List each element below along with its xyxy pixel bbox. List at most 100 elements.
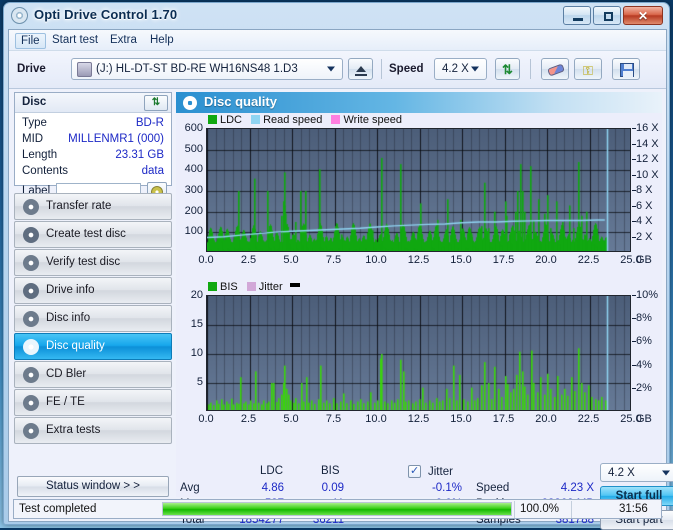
y2-tick-mark bbox=[632, 205, 636, 207]
chevron-down-icon bbox=[471, 66, 479, 72]
chart-bis-plot[interactable] bbox=[206, 295, 631, 411]
disc-type-label: Type bbox=[22, 117, 47, 129]
disc-mid-value: MILLENMR1 (000) bbox=[68, 133, 164, 145]
speed-select-value: 4.2 X bbox=[442, 63, 469, 75]
y2-tick-label: 12 X bbox=[636, 153, 659, 165]
y2-tick-label: 4% bbox=[636, 358, 652, 371]
menu-help[interactable]: Help bbox=[145, 33, 179, 47]
y2-tick-mark bbox=[632, 364, 636, 366]
stats-header-bis: BIS bbox=[321, 465, 340, 477]
test-speed-value: 4.2 X bbox=[608, 466, 635, 479]
status-window-button[interactable]: Status window > > bbox=[17, 476, 169, 497]
test-speed-select[interactable]: 4.2 X bbox=[600, 463, 673, 482]
disc-length-label: Length bbox=[22, 149, 58, 161]
erase-button[interactable] bbox=[541, 58, 569, 80]
y2-tick-mark bbox=[632, 318, 636, 320]
disc-verify-icon bbox=[23, 255, 39, 271]
sidebar-item-disc-quality[interactable]: Disc quality bbox=[14, 333, 172, 360]
y2-tick-mark bbox=[632, 341, 636, 343]
status-bar: Test completed 100.0% 31:56 bbox=[13, 499, 662, 519]
sidebar-label: Create test disc bbox=[46, 228, 126, 240]
x-tick-label: 12.5 bbox=[407, 254, 430, 266]
status-percent: 100.0% bbox=[520, 503, 560, 515]
sidebar-item-transfer-rate[interactable]: Transfer rate bbox=[14, 193, 172, 220]
sidebar-item-disc-info[interactable]: Disc info bbox=[14, 305, 172, 332]
disc-panel-title: Disc bbox=[22, 96, 47, 108]
disc-row-length: Length 23.31 GB bbox=[15, 149, 171, 165]
sidebar-item-drive-info[interactable]: Drive info bbox=[14, 277, 172, 304]
y2-tick-mark bbox=[632, 236, 636, 238]
speed-select[interactable]: 4.2 X bbox=[434, 58, 487, 80]
sidebar-item-extra-tests[interactable]: Extra tests bbox=[14, 417, 172, 444]
y2-tick-mark bbox=[632, 295, 636, 296]
sidebar-label: CD Bler bbox=[46, 368, 87, 380]
x-tick-label: 5.0 bbox=[283, 413, 299, 425]
keys-icon: ⚿ bbox=[583, 63, 593, 78]
minimize-button[interactable] bbox=[563, 6, 591, 25]
jitter-checkbox[interactable] bbox=[408, 464, 421, 478]
legend-swatch-read-speed bbox=[251, 115, 261, 124]
x-tick-label: 7.5 bbox=[325, 254, 342, 266]
stats-bis-avg: 0.09 bbox=[321, 482, 344, 494]
y-tick-label: 10 bbox=[190, 347, 203, 359]
y2-tick-label: 10% bbox=[636, 289, 659, 301]
window-controls: ✕ bbox=[563, 6, 663, 25]
minimize-icon bbox=[573, 18, 583, 21]
menu-start-test[interactable]: Start test bbox=[47, 33, 103, 47]
sidebar-item-cd-bler[interactable]: CD Bler bbox=[14, 361, 172, 388]
x-tick-label: 10.0 bbox=[365, 254, 387, 266]
disc-contents-label: Contents bbox=[22, 165, 69, 177]
stats-ldc-avg: 4.86 bbox=[261, 482, 284, 494]
disc-contents-value: data bbox=[141, 165, 164, 177]
chevron-down-icon bbox=[662, 470, 670, 475]
disc-mid-label: MID bbox=[22, 133, 44, 145]
y2-tick-label: 6 X bbox=[636, 199, 653, 212]
y2-tick-mark bbox=[632, 221, 636, 222]
disc-fete-icon bbox=[23, 395, 39, 411]
y2-tick-label: 8% bbox=[636, 312, 652, 325]
menu-extra[interactable]: Extra bbox=[105, 33, 142, 47]
x-tick-label: 2.5 bbox=[240, 254, 257, 266]
y-tick-label: 400 bbox=[184, 163, 203, 176]
x-axis-unit: GB bbox=[636, 413, 652, 425]
disc-bler-icon bbox=[23, 367, 39, 383]
sidebar-label: Drive info bbox=[46, 284, 95, 296]
chart-ldc-legend: LDC Read speed Write speed bbox=[208, 114, 402, 126]
legend-label-ldc: LDC bbox=[220, 114, 243, 126]
sidebar-item-create-test-disc[interactable]: Create test disc bbox=[14, 221, 172, 248]
eject-base bbox=[355, 74, 367, 76]
legend-swatch-write-speed bbox=[331, 115, 341, 124]
menu-file[interactable]: File bbox=[15, 33, 46, 49]
legend-swatch-jitter bbox=[246, 282, 256, 291]
x-tick-label: 0.0 bbox=[198, 254, 214, 266]
nav-list: Transfer rate Create test disc Verify te… bbox=[14, 193, 172, 445]
sidebar-item-fe-te[interactable]: FE / TE bbox=[14, 389, 172, 416]
x-tick-label: 17.5 bbox=[492, 413, 515, 425]
eject-button[interactable] bbox=[348, 58, 373, 80]
maximize-button[interactable] bbox=[593, 6, 621, 25]
disc-refresh-button[interactable]: ⇅ bbox=[144, 95, 168, 111]
save-button[interactable] bbox=[612, 58, 640, 80]
chart-ldc-plot[interactable] bbox=[206, 128, 631, 252]
refresh-speed-button[interactable]: ⇅ bbox=[495, 58, 520, 80]
legend-label-write-speed: Write speed bbox=[343, 114, 402, 126]
settings-button[interactable]: ⚿ bbox=[574, 58, 602, 80]
disc-burn-icon bbox=[23, 227, 39, 243]
sidebar-label: FE / TE bbox=[46, 396, 85, 408]
y2-tick-label: 2 X bbox=[636, 230, 653, 243]
y2-tick-mark bbox=[632, 159, 636, 160]
x-tick-label: 10.0 bbox=[365, 413, 387, 425]
disc-row-type: Type BD-R bbox=[15, 117, 171, 133]
stats-row-label-avg: Avg bbox=[180, 482, 200, 494]
close-button[interactable]: ✕ bbox=[623, 6, 663, 25]
y-tick-label: 500 bbox=[184, 142, 203, 155]
sidebar-item-verify-test-disc[interactable]: Verify test disc bbox=[14, 249, 172, 276]
speed-stat-value: 4.23 X bbox=[560, 482, 594, 494]
toolbar-divider-2 bbox=[530, 59, 531, 79]
drive-icon bbox=[77, 62, 92, 77]
y-tick-label: 300 bbox=[184, 184, 203, 196]
chevron-down-icon bbox=[327, 66, 335, 72]
x-axis-unit: GB bbox=[636, 254, 652, 266]
disc-row-contents: Contents data bbox=[15, 165, 171, 181]
drive-select[interactable]: (J:) HL-DT-ST BD-RE WH16NS48 1.D3 bbox=[71, 58, 343, 80]
